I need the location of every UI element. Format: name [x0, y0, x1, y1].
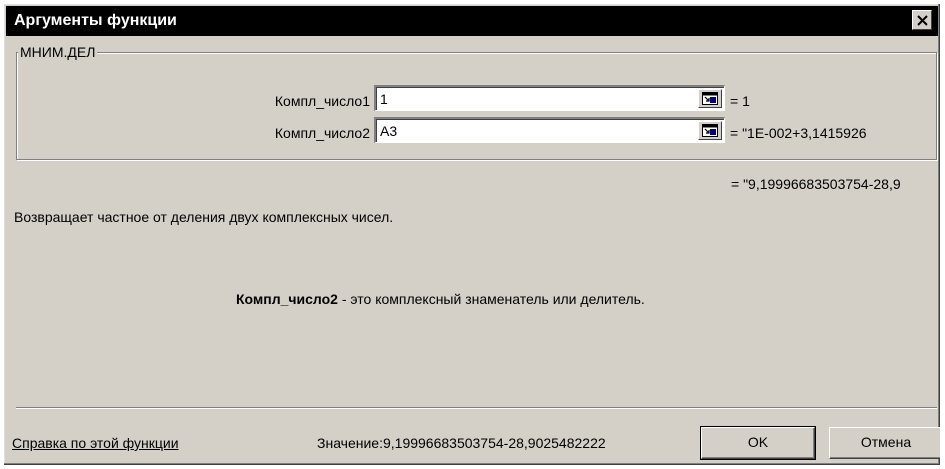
- arg1-label: Компл_число1: [274, 93, 370, 109]
- argument-help-name: Компл_число2: [236, 291, 338, 307]
- close-icon: [917, 15, 928, 26]
- arg2-label: Компл_число2: [274, 125, 370, 141]
- collapse-dialog-icon: [702, 124, 718, 137]
- value-display: Значение:9,19996683503754-28,9025482222: [317, 435, 689, 451]
- window-title: Аргументы функции: [14, 12, 177, 29]
- arg1-result: = 1: [730, 93, 750, 109]
- arg2-input[interactable]: [380, 121, 690, 141]
- arg1-field[interactable]: [374, 85, 725, 111]
- value-label: Значение:: [317, 435, 383, 451]
- arg2-field[interactable]: [374, 117, 725, 143]
- function-arguments-dialog: Аргументы функции МНИМ.ДЕЛ Компл_число1 …: [3, 3, 941, 466]
- function-name: МНИМ.ДЕЛ: [18, 44, 98, 60]
- arg2-result: = "1E-002+3,1415926: [730, 125, 867, 141]
- value-text: 9,19996683503754-28,9025482222: [382, 435, 606, 451]
- cancel-button[interactable]: Отмена: [829, 427, 940, 459]
- argument-help: Компл_число2 - это комплексный знаменате…: [236, 291, 645, 307]
- title-bar[interactable]: Аргументы функции: [6, 6, 938, 36]
- function-description: Возвращает частное от деления двух компл…: [14, 209, 394, 225]
- arg1-collapse-button[interactable]: [698, 89, 722, 108]
- argument-help-text: - это комплексный знаменатель или делите…: [337, 291, 645, 307]
- close-button[interactable]: [912, 10, 932, 30]
- formula-result: = "9,19996683503754-28,9: [731, 176, 901, 192]
- collapse-dialog-icon: [702, 92, 718, 105]
- arg2-collapse-button[interactable]: [698, 121, 722, 140]
- ok-button[interactable]: OK: [700, 426, 816, 460]
- footer-separator: [16, 407, 937, 409]
- arg1-input[interactable]: [380, 89, 690, 109]
- help-link[interactable]: Справка по этой функции: [12, 435, 179, 451]
